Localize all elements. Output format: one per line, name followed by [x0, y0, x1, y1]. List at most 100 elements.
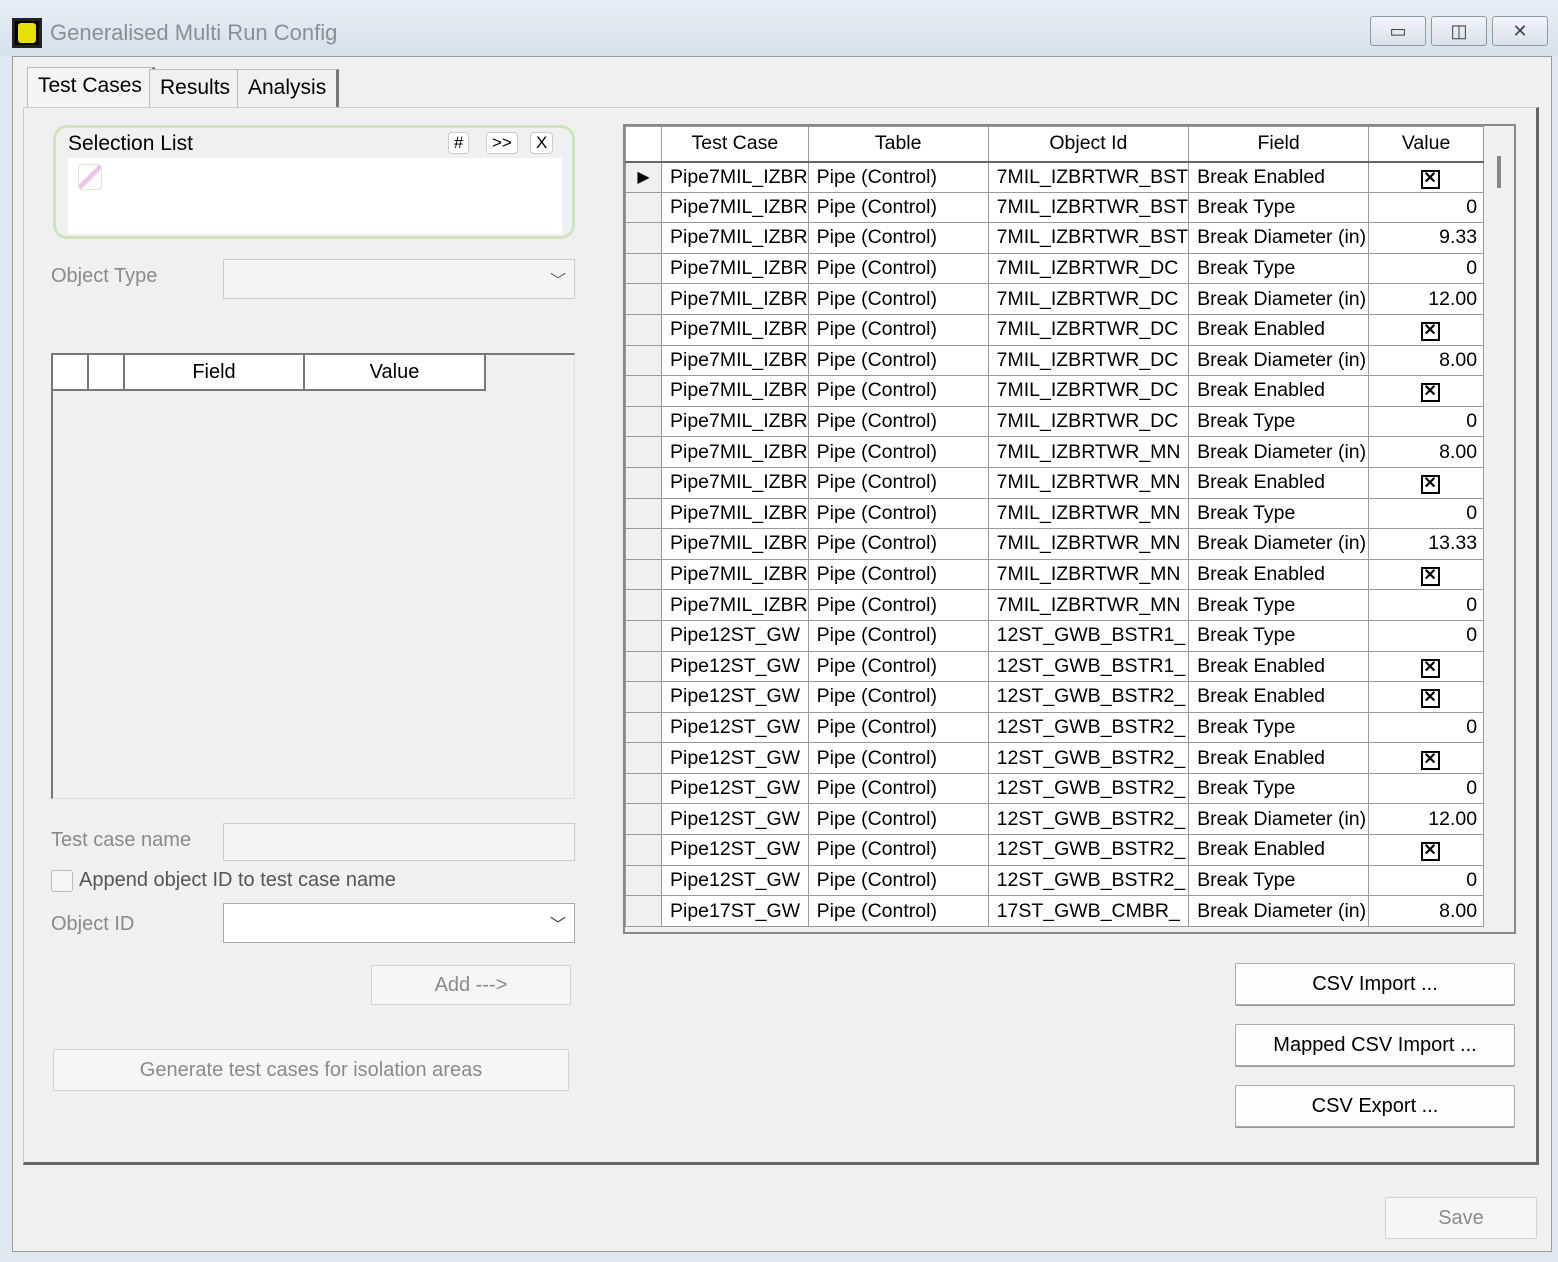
row-header[interactable] [625, 436, 662, 468]
grid-row[interactable]: Pipe7MIL_IZBR Pipe (Control) 7MIL_IZBRTWR_… [625, 191, 1485, 224]
field-cell[interactable]: Break Type [1188, 191, 1370, 224]
table-cell[interactable]: Pipe (Control) [807, 589, 989, 621]
field-cell[interactable]: Break Type [1188, 405, 1370, 438]
test-case-cell[interactable]: Pipe7MIL_IZBR [661, 405, 809, 438]
test-case-cell[interactable]: Pipe7MIL_IZBR [661, 344, 809, 377]
generate-test-cases-button[interactable]: Generate test cases for isolation areas [53, 1049, 569, 1091]
value-cell[interactable]: 9.33 [1368, 222, 1485, 254]
test-case-cell[interactable]: Pipe7MIL_IZBR [661, 528, 809, 560]
object-id-cell[interactable]: 12ST_GWB_BSTR2_ [987, 864, 1190, 897]
grid-row[interactable]: Pipe12ST_GW Pipe (Control) 12ST_GWB_BSTR2_… [625, 742, 1485, 774]
grid-row[interactable]: Pipe12ST_GW Pipe (Control) 12ST_GWB_BSTR2_… [625, 711, 1485, 744]
value-cell[interactable]: 12.00 [1368, 283, 1485, 315]
field-cell[interactable]: Break Enabled [1188, 558, 1370, 591]
grid-row[interactable]: ▶ Pipe7MIL_IZBR Pipe (Control) 7MIL_IZBRTWR… [625, 161, 1485, 193]
add-button[interactable]: Add ---> [371, 965, 571, 1005]
object-id-cell[interactable]: 7MIL_IZBRTWR_MN [987, 528, 1190, 560]
object-id-cell[interactable]: 7MIL_IZBRTWR_DC [987, 344, 1190, 377]
object-id-cell[interactable]: 17ST_GWB_CMBR_ [987, 895, 1190, 927]
test-case-cell[interactable]: Pipe7MIL_IZBR [661, 589, 809, 621]
object-type-select[interactable]: ﹀ [223, 259, 575, 299]
grid-row[interactable]: Pipe7MIL_IZBR Pipe (Control) 7MIL_IZBRTWR_… [625, 589, 1485, 621]
row-header[interactable] [625, 711, 662, 744]
field-cell[interactable]: Break Type [1188, 864, 1370, 897]
table-cell[interactable]: Pipe (Control) [807, 436, 989, 468]
table-cell[interactable]: Pipe (Control) [807, 161, 989, 193]
value-cell[interactable]: 8.00 [1368, 895, 1485, 927]
value-cell[interactable]: ✕ [1368, 375, 1485, 407]
row-header[interactable] [625, 375, 662, 407]
row-header[interactable] [625, 466, 662, 499]
object-id-cell[interactable]: 7MIL_IZBRTWR_DC [987, 283, 1190, 315]
object-id-cell[interactable]: 7MIL_IZBRTWR_MN [987, 589, 1190, 621]
field-cell[interactable]: Break Enabled [1188, 834, 1370, 866]
grid-row[interactable]: Pipe12ST_GW Pipe (Control) 12ST_GWB_BSTR2_… [625, 681, 1485, 713]
row-header[interactable] [625, 834, 662, 866]
table-column-header[interactable]: Table [807, 126, 989, 163]
field-value-table[interactable]: Field Value [51, 353, 575, 799]
field-cell[interactable]: Break Type [1188, 711, 1370, 744]
object-id-cell[interactable]: 12ST_GWB_BSTR2_ [987, 742, 1190, 774]
row-header[interactable] [625, 252, 662, 285]
checked-checkbox-icon[interactable]: ✕ [1420, 567, 1440, 587]
object-id-cell[interactable]: 12ST_GWB_BSTR2_ [987, 681, 1190, 713]
object-id-cell[interactable]: 12ST_GWB_BSTR1_ [987, 619, 1190, 652]
row-header[interactable] [625, 191, 662, 224]
object-id-cell[interactable]: 12ST_GWB_BSTR2_ [987, 834, 1190, 866]
test-case-cell[interactable]: Pipe12ST_GW [661, 803, 809, 836]
row-header[interactable] [625, 313, 662, 346]
row-header[interactable]: ▶ [625, 161, 662, 193]
table-cell[interactable]: Pipe (Control) [807, 405, 989, 438]
table-cell[interactable]: Pipe (Control) [807, 283, 989, 315]
append-id-checkbox[interactable]: Append object ID to test case name [51, 869, 396, 892]
value-cell[interactable]: ✕ [1368, 558, 1485, 591]
table-cell[interactable]: Pipe (Control) [807, 834, 989, 866]
row-header[interactable] [625, 864, 662, 897]
test-case-cell[interactable]: Pipe7MIL_IZBR [661, 222, 809, 254]
test-case-cell[interactable]: Pipe17ST_GW [661, 895, 809, 927]
value-cell[interactable]: ✕ [1368, 681, 1485, 713]
object-id-cell[interactable]: 7MIL_IZBRTWR_MN [987, 558, 1190, 591]
table-cell[interactable]: Pipe (Control) [807, 466, 989, 499]
csv-export-button[interactable]: CSV Export ... [1235, 1085, 1515, 1127]
tab-results[interactable]: Results [149, 69, 244, 107]
value-cell[interactable]: 0 [1368, 589, 1485, 621]
grid-row[interactable]: Pipe17ST_GW Pipe (Control) 17ST_GWB_CMBR_ B… [625, 895, 1485, 927]
row-header[interactable] [625, 589, 662, 621]
table-cell[interactable]: Pipe (Control) [807, 375, 989, 407]
object-id-cell[interactable]: 7MIL_IZBRTWR_MN [987, 436, 1190, 468]
value-cell[interactable]: 8.00 [1368, 344, 1485, 377]
object-id-column-header[interactable]: Object Id [987, 126, 1190, 163]
scrollbar-thumb[interactable] [1497, 156, 1501, 188]
object-id-cell[interactable]: 7MIL_IZBRTWR_BST [987, 222, 1190, 254]
object-id-cell[interactable]: 7MIL_IZBRTWR_DC [987, 252, 1190, 285]
vertical-scrollbar[interactable] [1499, 126, 1514, 932]
value-cell[interactable]: 0 [1368, 405, 1485, 438]
field-column-header[interactable]: Field [125, 355, 305, 391]
value-cell[interactable]: ✕ [1368, 313, 1485, 346]
field-cell[interactable]: Break Type [1188, 252, 1370, 285]
table-cell[interactable]: Pipe (Control) [807, 497, 989, 530]
field-cell[interactable]: Break Diameter (in) [1188, 344, 1370, 377]
table-cell[interactable]: Pipe (Control) [807, 742, 989, 774]
table-cell[interactable]: Pipe (Control) [807, 191, 989, 224]
grid-row[interactable]: Pipe12ST_GW Pipe (Control) 12ST_GWB_BSTR2_… [625, 772, 1485, 805]
value-cell[interactable]: 8.00 [1368, 436, 1485, 468]
test-case-cell[interactable]: Pipe12ST_GW [661, 772, 809, 805]
csv-import-button[interactable]: CSV Import ... [1235, 963, 1515, 1005]
object-id-cell[interactable]: 7MIL_IZBRTWR_MN [987, 466, 1190, 499]
value-cell[interactable]: ✕ [1368, 650, 1485, 683]
field-cell[interactable]: Break Enabled [1188, 161, 1370, 193]
field-cell[interactable]: Break Diameter (in) [1188, 283, 1370, 315]
grid-row[interactable]: Pipe7MIL_IZBR Pipe (Control) 7MIL_IZBRTWR_… [625, 344, 1485, 377]
object-id-select[interactable]: ﹀ [223, 903, 575, 943]
mapped-csv-import-button[interactable]: Mapped CSV Import ... [1235, 1024, 1515, 1066]
row-header[interactable] [625, 742, 662, 774]
grid-row[interactable]: Pipe7MIL_IZBR Pipe (Control) 7MIL_IZBRTWR_… [625, 405, 1485, 438]
field-cell[interactable]: Break Enabled [1188, 466, 1370, 499]
field-cell[interactable]: Break Type [1188, 497, 1370, 530]
value-cell[interactable]: 0 [1368, 497, 1485, 530]
object-id-cell[interactable]: 7MIL_IZBRTWR_MN [987, 497, 1190, 530]
grid-row[interactable]: Pipe12ST_GW Pipe (Control) 12ST_GWB_BSTR2_… [625, 803, 1485, 836]
test-case-cell[interactable]: Pipe7MIL_IZBR [661, 375, 809, 407]
